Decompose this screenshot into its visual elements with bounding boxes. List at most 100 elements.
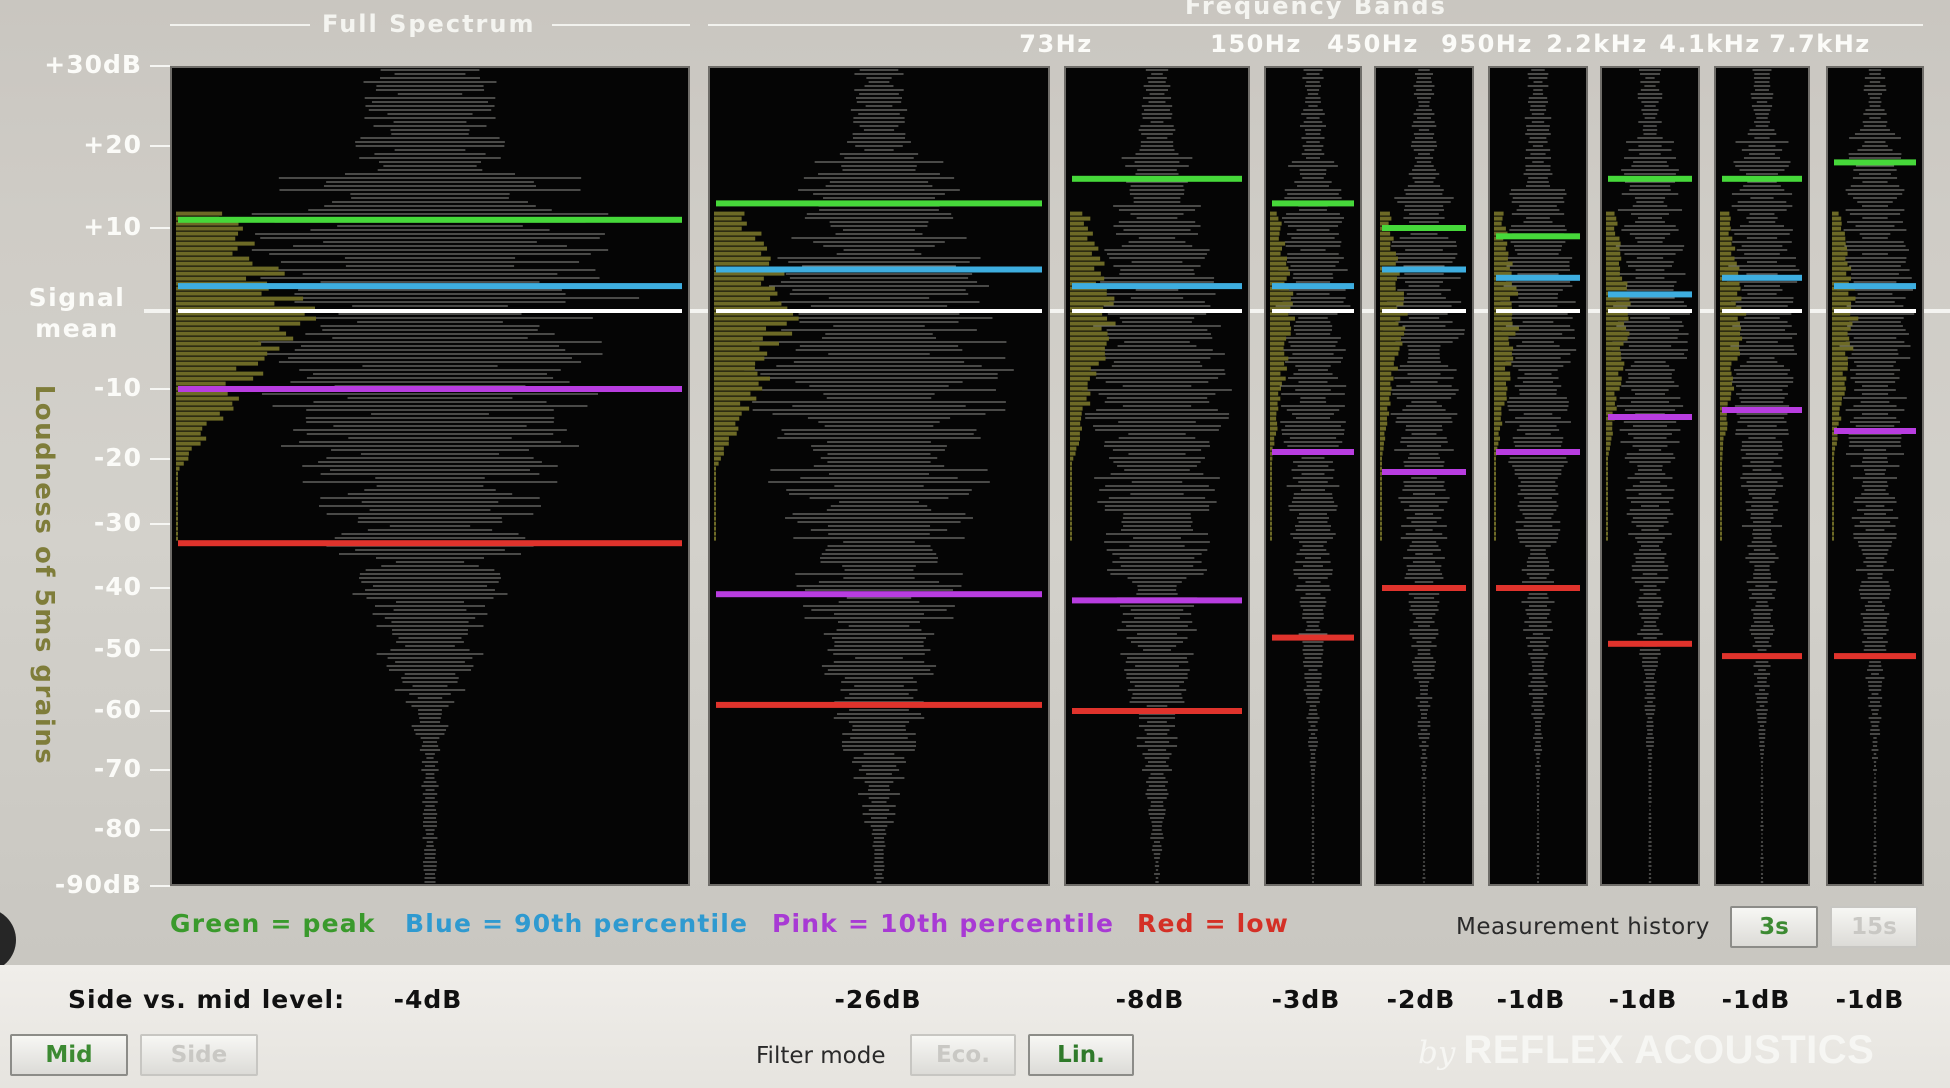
histogram-bar [1832,356,1848,361]
histogram-bar [1720,371,1732,376]
histogram-bar [1494,426,1501,431]
histogram-bar [1270,441,1275,446]
histogram-bar [714,331,793,336]
histogram-bar [1720,456,1723,461]
histogram-bar [1720,266,1740,271]
histogram-bar [1832,476,1834,481]
histogram-bar [1070,356,1106,361]
side-vs-mid-value: -2dB [1386,985,1456,1014]
brand-logo: by REFLEX ACOUSTICS [1418,1028,1874,1073]
histogram-bar [714,396,757,401]
histogram-bar [1832,216,1842,221]
histogram-bar [176,391,228,396]
histogram-bar [1070,511,1072,516]
histogram-bar [1720,216,1731,221]
histogram-bar [1270,291,1294,296]
histogram-bar [1380,321,1399,326]
histogram-bar [1832,241,1846,246]
histogram-bar [1606,386,1620,391]
histogram-bar [176,261,253,266]
histogram-bar [1832,251,1848,256]
histogram-bar [176,266,279,271]
histogram-bar [1380,316,1401,321]
histogram-bar [1720,481,1722,486]
marker-p90 [1722,274,1802,281]
history-15s-button[interactable]: 15s [1830,906,1918,948]
histogram-bar [1832,461,1834,466]
histogram-bar [1270,426,1278,431]
histogram-bar [1606,301,1631,306]
eco-button[interactable]: Eco. [910,1034,1016,1076]
marker-peak [1496,233,1580,240]
histogram-bar [714,466,716,471]
histogram-bar [1270,371,1281,376]
histogram-bar [1832,391,1845,396]
histogram-bar [176,396,239,401]
histogram-bar [1720,396,1731,401]
histogram-bar [176,536,178,541]
histogram-bar [714,531,716,536]
histogram-bar [1606,391,1615,396]
histogram-bar [176,356,265,361]
histogram-bar [1494,416,1501,421]
histogram-bar [1494,406,1502,411]
histogram-bar [1380,336,1402,341]
histogram-bar [714,276,764,281]
histogram-bar [1070,296,1115,301]
histogram-bar [1270,516,1272,521]
histogram-bar [1380,216,1392,221]
histogram-bar [1494,486,1496,491]
histogram-bar [714,356,765,361]
histogram-bar [1832,451,1835,456]
histogram-bar [1832,266,1852,271]
mid-button[interactable]: Mid [10,1034,128,1076]
histogram-bar [1380,536,1382,541]
histogram-bar [1270,416,1277,421]
histogram-bar [1606,431,1613,436]
meter-panel-2.2khz [1488,66,1588,886]
histogram-bar [1270,526,1272,531]
histogram-bar [176,246,238,251]
histogram-bar [1070,341,1107,346]
histogram-bar [1832,381,1845,386]
histogram-bar [1720,526,1722,531]
legend-blue: Blue = 90th percentile [405,909,749,938]
histogram-bar [714,536,716,541]
histogram-bar [1270,341,1285,346]
histogram-bar [1270,241,1286,246]
legend-red: Red = low [1137,909,1290,938]
histogram-bar [1380,211,1390,216]
histogram-bar [1720,381,1733,386]
histogram-bar [714,216,742,221]
lin-button[interactable]: Lin. [1028,1034,1134,1076]
filter-mode-label: Filter mode [756,1043,886,1069]
histogram-bar [1832,401,1842,406]
histogram-bar [1494,281,1512,286]
histogram-bar [1720,226,1731,231]
histogram-bar [1070,406,1083,411]
histogram-bar [1494,431,1499,436]
histogram-bar [1070,276,1105,281]
marker-p90 [716,266,1042,273]
histogram-bar [714,521,716,526]
histogram-bar [1070,461,1072,466]
histogram-bar [1070,401,1091,406]
side-vs-mid-value: -8dB [1115,985,1185,1014]
legend-green: Green = peak [170,909,376,938]
histogram-bar [1270,231,1280,236]
histogram-bar [714,511,716,516]
histogram-bar [1380,416,1387,421]
histogram-bar [1606,271,1620,276]
histogram-bar [1494,501,1496,506]
histogram-bar [1606,226,1615,231]
brand-by: by [1418,1035,1456,1071]
histogram-bar [1494,356,1514,361]
histogram-bar [1720,221,1730,226]
histogram-bar [714,316,799,321]
meter-panel-450hz [1264,66,1362,886]
history-3s-button[interactable]: 3s [1730,906,1818,948]
side-button[interactable]: Side [140,1034,258,1076]
histogram-bar [1720,361,1732,366]
histogram-bar [1606,256,1622,261]
histogram-bar [1832,496,1834,501]
